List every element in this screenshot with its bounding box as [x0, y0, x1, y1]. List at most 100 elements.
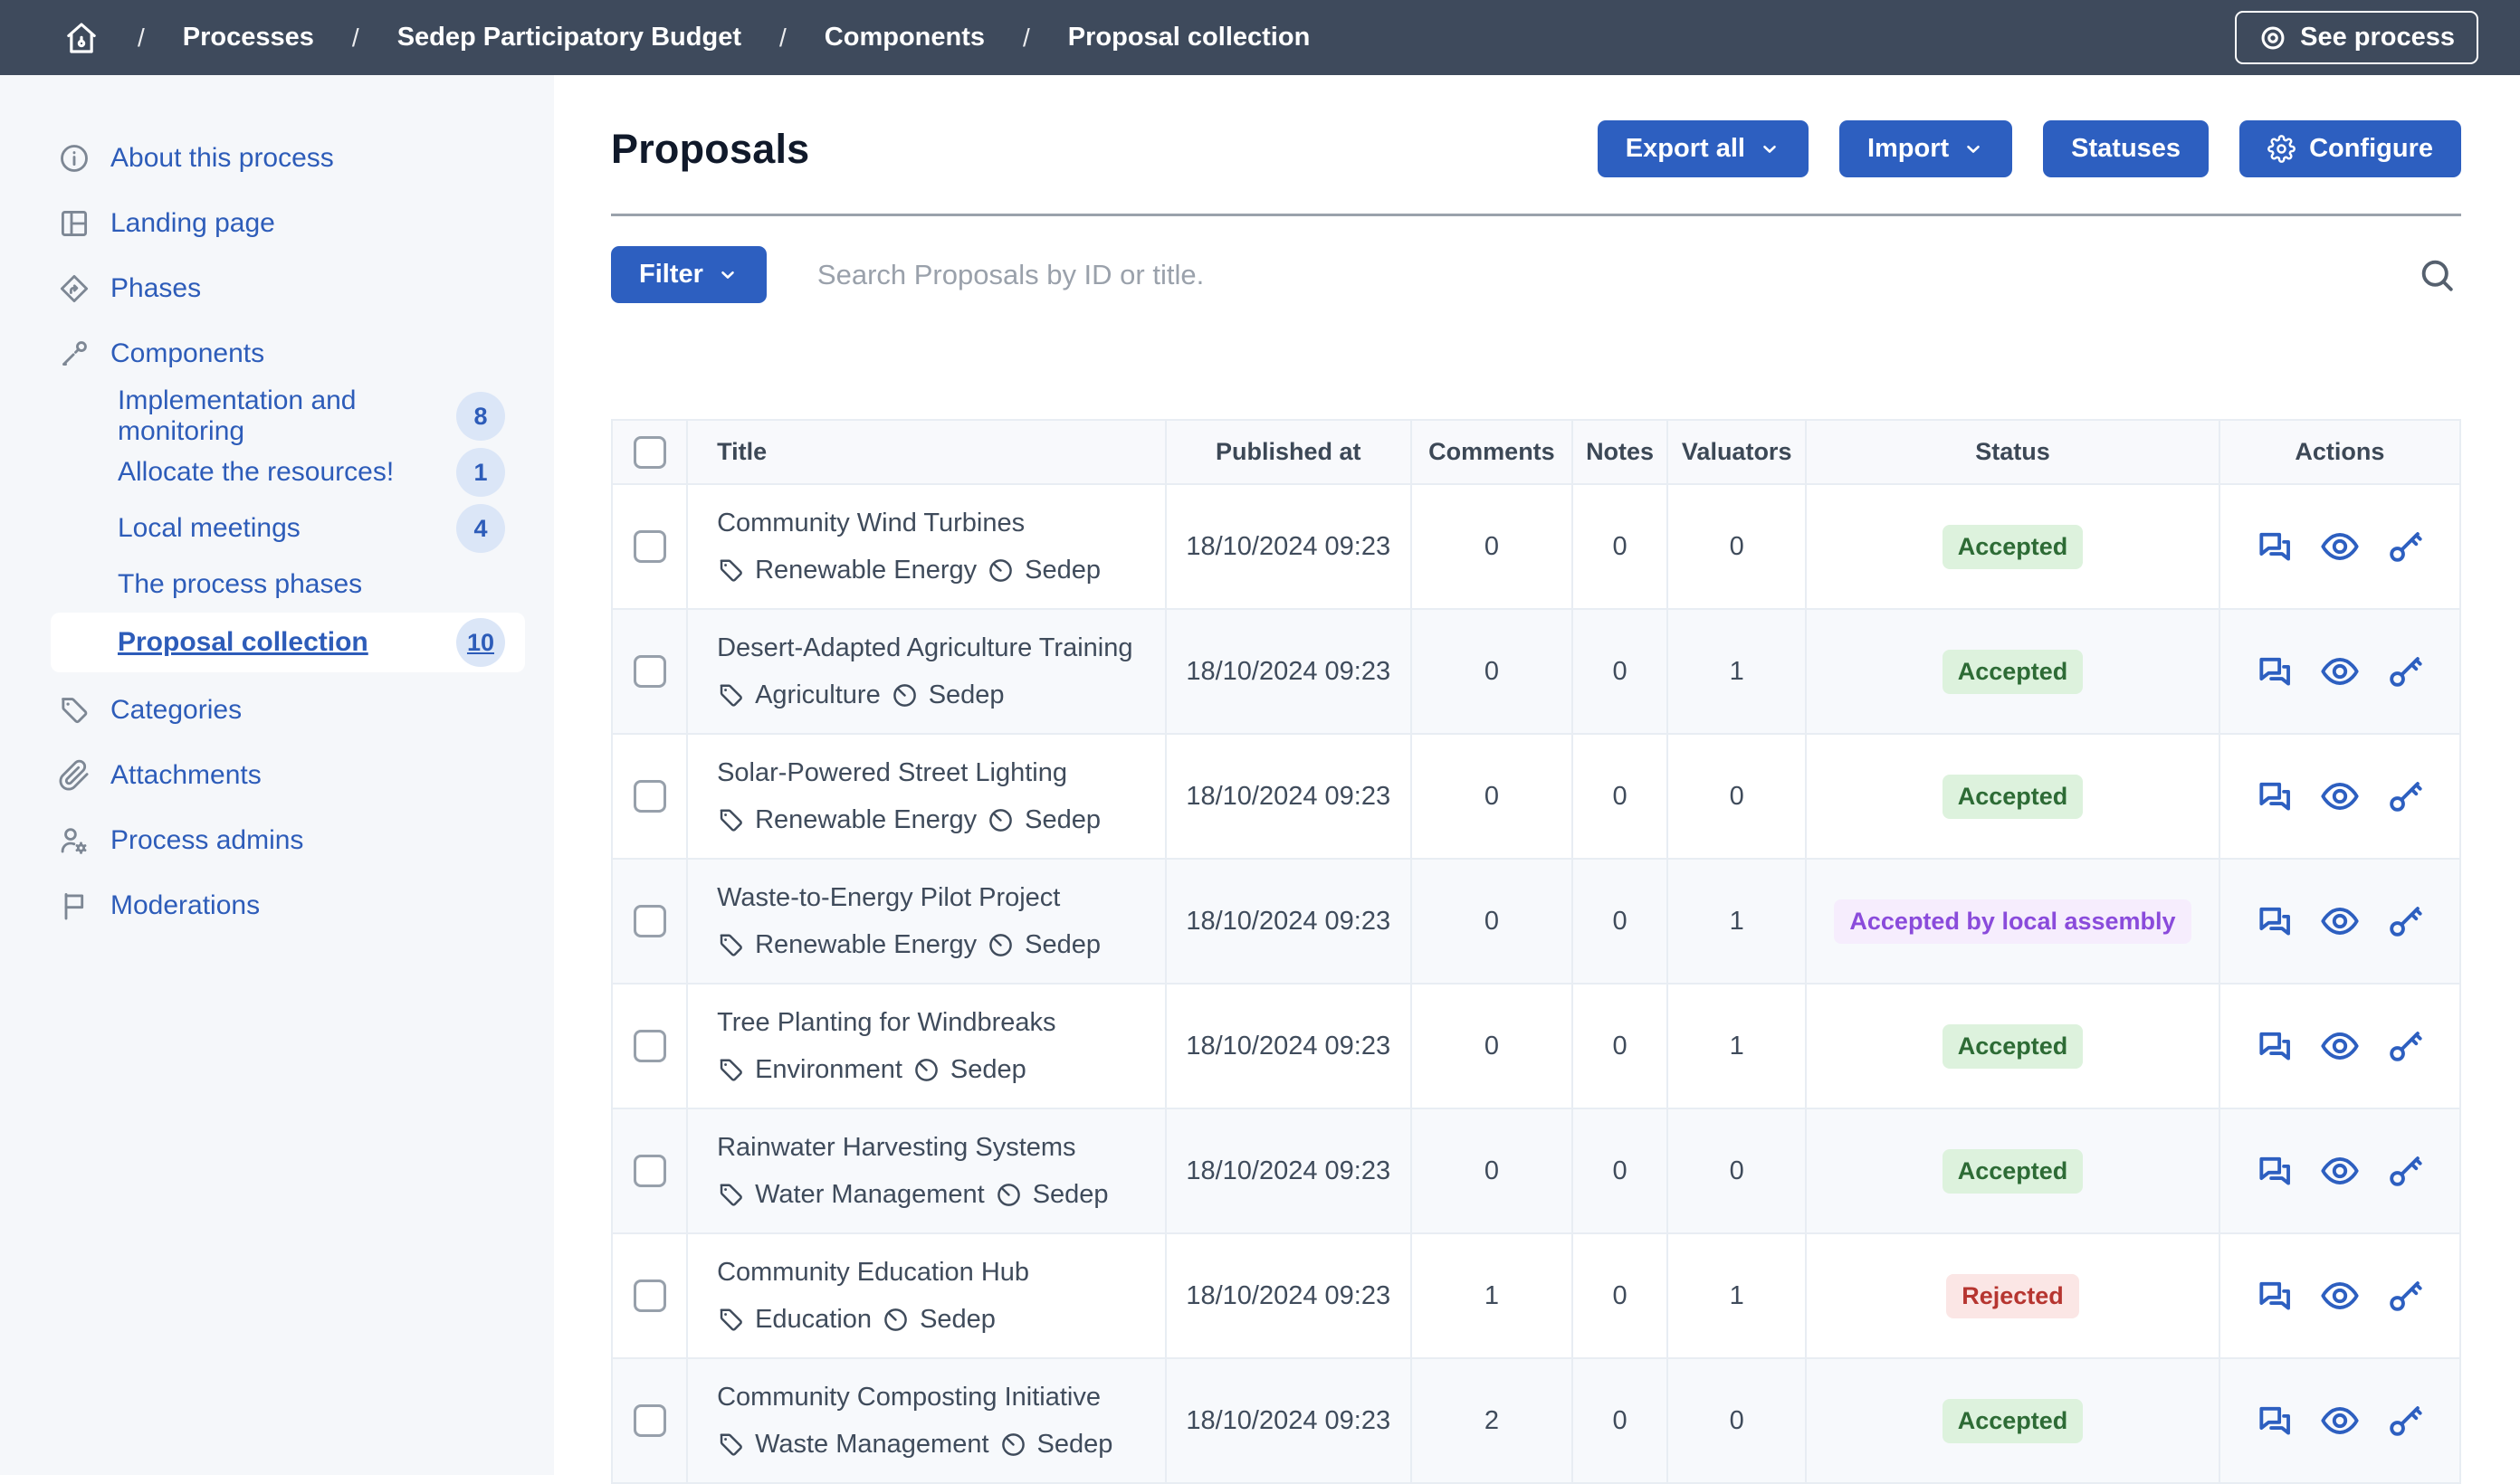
count-badge: 8 — [456, 392, 505, 441]
sidebar-item-categories[interactable]: Categories — [0, 678, 554, 743]
column-comments: Comments — [1411, 420, 1572, 484]
scope-icon — [995, 1181, 1023, 1209]
answer-icon[interactable] — [2255, 652, 2295, 691]
breadcrumb-separator: / — [1023, 24, 1030, 52]
breadcrumb-components[interactable]: Components — [825, 23, 985, 52]
sidebar-item-label: Process admins — [110, 825, 303, 856]
configure-button[interactable]: Configure — [2239, 120, 2461, 177]
proposal-category: Environment — [755, 1055, 902, 1085]
proposal-title[interactable]: Waste-to-Energy Pilot Project — [717, 883, 1156, 913]
sidebar-item-components[interactable]: Components — [0, 321, 554, 386]
row-actions — [2220, 776, 2459, 816]
sidebar-subitem-implementation-and-monitoring[interactable]: Implementation and monitoring8 — [51, 388, 525, 444]
permissions-icon[interactable] — [2385, 527, 2425, 566]
components-sublist: Implementation and monitoring8Allocate t… — [0, 388, 554, 672]
permissions-icon[interactable] — [2385, 1026, 2425, 1066]
row-checkbox[interactable] — [634, 655, 666, 688]
answer-icon[interactable] — [2255, 1151, 2295, 1191]
proposal-title[interactable]: Community Education Hub — [717, 1258, 1156, 1288]
row-checkbox[interactable] — [634, 530, 666, 563]
sidebar-list: About this process Landing pagePhasesComp… — [0, 126, 554, 938]
permissions-icon[interactable] — [2385, 1276, 2425, 1316]
row-checkbox[interactable] — [634, 905, 666, 937]
answer-icon[interactable] — [2255, 776, 2295, 816]
row-checkbox[interactable] — [634, 1155, 666, 1187]
answer-icon[interactable] — [2255, 1401, 2295, 1441]
answer-icon[interactable] — [2255, 901, 2295, 941]
preview-icon[interactable] — [2320, 1151, 2360, 1191]
answer-icon[interactable] — [2255, 527, 2295, 566]
row-actions — [2220, 1151, 2459, 1191]
answer-icon[interactable] — [2255, 1276, 2295, 1316]
proposal-title[interactable]: Community Composting Initiative — [717, 1383, 1156, 1413]
notes-count: 0 — [1572, 984, 1667, 1108]
proposal-title[interactable]: Rainwater Harvesting Systems — [717, 1133, 1156, 1163]
permissions-icon[interactable] — [2385, 901, 2425, 941]
preview-icon[interactable] — [2320, 901, 2360, 941]
sidebar-subitem-local-meetings[interactable]: Local meetings4 — [51, 500, 525, 556]
search-icon[interactable] — [2418, 256, 2456, 294]
preview-icon[interactable] — [2320, 1401, 2360, 1441]
row-checkbox[interactable] — [634, 1279, 666, 1312]
permissions-icon[interactable] — [2385, 652, 2425, 691]
sidebar-item-process-admins[interactable]: Process admins — [0, 808, 554, 873]
sidebar-item-attachments[interactable]: Attachments — [0, 743, 554, 808]
status-badge: Accepted — [1942, 775, 2084, 819]
sidebar-item-phases[interactable]: Phases — [0, 256, 554, 321]
breadcrumb-proposal-collection[interactable]: Proposal collection — [1068, 23, 1311, 52]
home-icon[interactable] — [63, 20, 100, 56]
tag-icon — [717, 1056, 745, 1084]
select-all-checkbox[interactable] — [634, 436, 666, 469]
row-checkbox[interactable] — [634, 780, 666, 813]
sidebar-subitem-allocate-the-resources[interactable]: Allocate the resources!1 — [51, 444, 525, 500]
chevron-down-icon — [1759, 138, 1780, 160]
tag-icon — [717, 1181, 745, 1209]
breadcrumb-processes[interactable]: Processes — [183, 23, 314, 52]
page-title: Proposals — [611, 126, 809, 173]
statuses-button[interactable]: Statuses — [2043, 120, 2209, 177]
row-checkbox[interactable] — [634, 1404, 666, 1437]
valuators-count: 1 — [1667, 1233, 1806, 1358]
status-badge: Accepted — [1942, 525, 2084, 569]
sidebar-subitem-proposal-collection[interactable]: Proposal collection10 — [51, 613, 525, 672]
permissions-icon[interactable] — [2385, 1151, 2425, 1191]
permissions-icon[interactable] — [2385, 776, 2425, 816]
table-row: Rainwater Harvesting Systems Water Manag… — [612, 1108, 2460, 1233]
row-checkbox[interactable] — [634, 1030, 666, 1062]
chevron-down-icon — [1962, 138, 1984, 160]
published-at-value: 18/10/2024 09:23 — [1166, 859, 1411, 984]
proposal-title[interactable]: Community Wind Turbines — [717, 509, 1156, 538]
preview-icon[interactable] — [2320, 527, 2360, 566]
proposal-title[interactable]: Tree Planting for Windbreaks — [717, 1008, 1156, 1038]
preview-icon[interactable] — [2320, 776, 2360, 816]
sidebar-item-about-this-process[interactable]: About this process — [0, 126, 554, 191]
published-at-value: 18/10/2024 09:23 — [1166, 984, 1411, 1108]
valuators-count: 0 — [1667, 1108, 1806, 1233]
preview-icon[interactable] — [2320, 1026, 2360, 1066]
breadcrumb-separator: / — [138, 24, 145, 52]
breadcrumb-process-name[interactable]: Sedep Participatory Budget — [397, 23, 741, 52]
sidebar-subitem-the-process-phases[interactable]: The process phases — [51, 556, 525, 613]
table-row: Waste-to-Energy Pilot Project Renewable … — [612, 859, 2460, 984]
preview-icon[interactable] — [2320, 652, 2360, 691]
answer-icon[interactable] — [2255, 1026, 2295, 1066]
proposal-title[interactable]: Solar-Powered Street Lighting — [717, 758, 1156, 788]
scope-icon — [912, 1056, 940, 1084]
notes-count: 0 — [1572, 734, 1667, 859]
search-input[interactable] — [817, 250, 2367, 300]
sidebar-item-label: About this process — [110, 143, 334, 174]
proposal-meta: Renewable Energy Sedep — [717, 556, 1156, 585]
filter-button[interactable]: Filter — [611, 246, 767, 303]
table-row: Community Education Hub Education Sedep … — [612, 1233, 2460, 1358]
sidebar-item-label: Moderations — [110, 890, 260, 921]
sidebar-item-moderations[interactable]: Moderations — [0, 873, 554, 938]
sidebar-item-landing-page[interactable]: Landing page — [0, 191, 554, 256]
import-button[interactable]: Import — [1839, 120, 2012, 177]
topbar: / Processes / Sedep Participatory Budget… — [0, 0, 2520, 75]
proposal-title[interactable]: Desert-Adapted Agriculture Training — [717, 633, 1156, 663]
export-all-button[interactable]: Export all — [1598, 120, 1809, 177]
permissions-icon[interactable] — [2385, 1401, 2425, 1441]
see-process-button[interactable]: See process — [2235, 11, 2478, 64]
preview-icon[interactable] — [2320, 1276, 2360, 1316]
comments-count: 0 — [1411, 859, 1572, 984]
